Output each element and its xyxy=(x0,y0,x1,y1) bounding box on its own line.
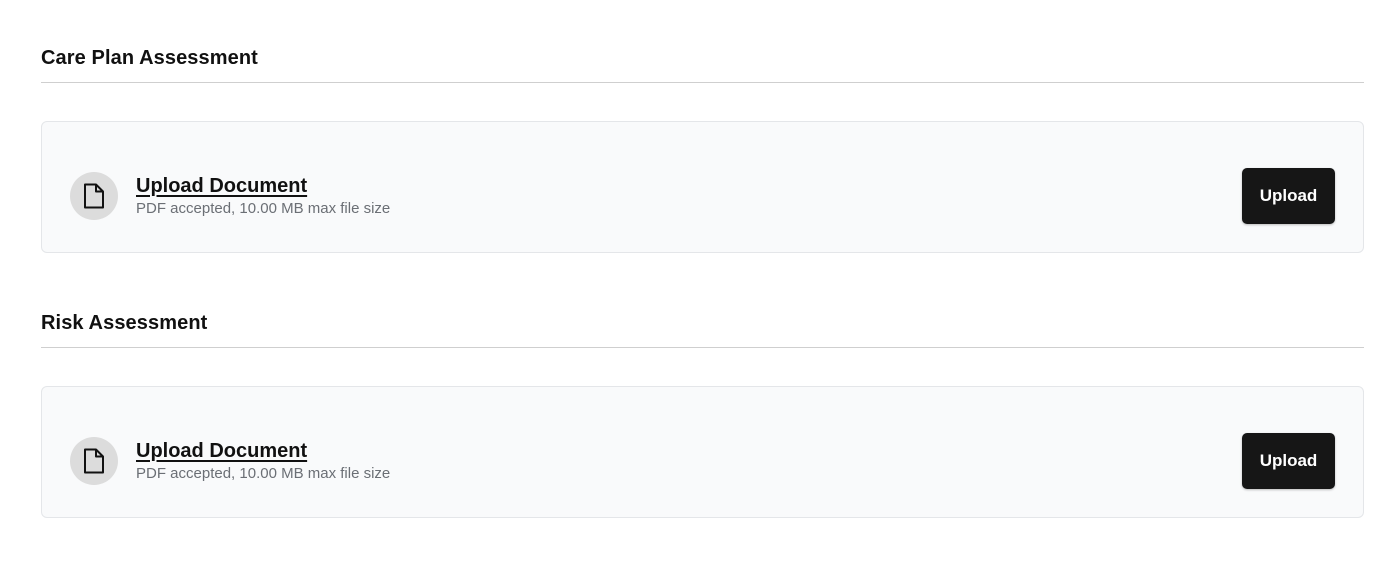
section-divider xyxy=(41,82,1364,83)
section-risk-assessment: Risk Assessment Upload Document PDF acce… xyxy=(41,253,1364,518)
upload-card: Upload Document PDF accepted, 10.00 MB m… xyxy=(41,386,1364,518)
section-title: Care Plan Assessment xyxy=(41,47,258,69)
section-title: Risk Assessment xyxy=(41,312,208,334)
page: Care Plan Assessment Upload Document PDF… xyxy=(0,0,1400,563)
upload-hint: PDF accepted, 10.00 MB max file size xyxy=(136,464,391,482)
upload-text-block: Upload Document PDF accepted, 10.00 MB m… xyxy=(136,439,390,484)
section-divider xyxy=(41,347,1364,348)
upload-button[interactable]: Upload xyxy=(1242,168,1335,224)
upload-text-block: Upload Document PDF accepted, 10.00 MB m… xyxy=(136,174,390,219)
upload-document-link[interactable]: Upload Document xyxy=(136,439,390,463)
upload-card: Upload Document PDF accepted, 10.00 MB m… xyxy=(41,121,1364,253)
document-icon xyxy=(70,172,118,220)
document-icon xyxy=(70,437,118,485)
section-care-plan-assessment: Care Plan Assessment Upload Document PDF… xyxy=(41,0,1364,253)
upload-document-link[interactable]: Upload Document xyxy=(136,174,390,198)
upload-button[interactable]: Upload xyxy=(1242,433,1335,489)
upload-hint: PDF accepted, 10.00 MB max file size xyxy=(136,199,391,217)
